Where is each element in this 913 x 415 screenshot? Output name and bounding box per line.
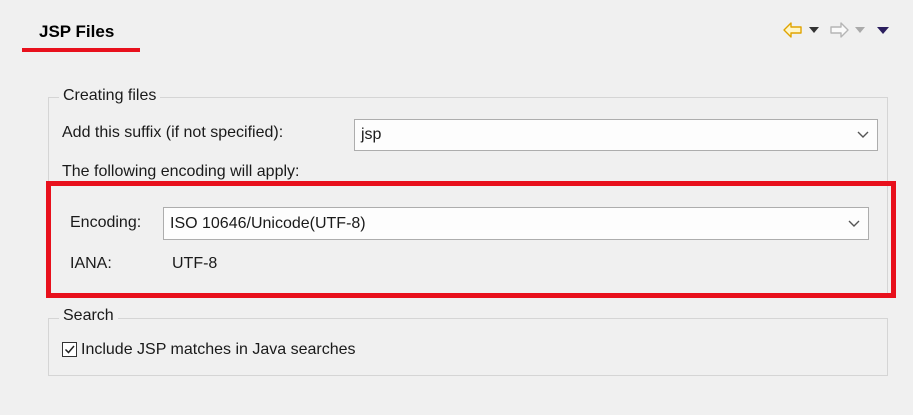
view-menu-icon[interactable] — [877, 26, 889, 34]
suffix-select[interactable]: jsp — [354, 119, 878, 151]
suffix-select-value: jsp — [361, 126, 382, 143]
encoding-note: The following encoding will apply: — [62, 163, 300, 180]
forward-dropdown-icon[interactable] — [855, 27, 865, 33]
page-title: JSP Files — [39, 22, 115, 41]
include-jsp-checkbox[interactable] — [62, 342, 77, 357]
search-group-label: Search — [59, 307, 118, 325]
chevron-down-icon — [857, 126, 869, 144]
suffix-label: Add this suffix (if not specified): — [62, 124, 284, 141]
back-dropdown-icon[interactable] — [809, 27, 819, 33]
title-underline-annotation — [22, 48, 140, 52]
navigation-toolbar — [783, 22, 889, 38]
include-jsp-label[interactable]: Include JSP matches in Java searches — [81, 341, 356, 359]
encoding-highlight-annotation — [46, 181, 896, 298]
back-arrow-icon[interactable] — [783, 22, 803, 38]
forward-arrow-icon[interactable] — [829, 22, 849, 38]
creating-files-group-label: Creating files — [59, 87, 161, 105]
